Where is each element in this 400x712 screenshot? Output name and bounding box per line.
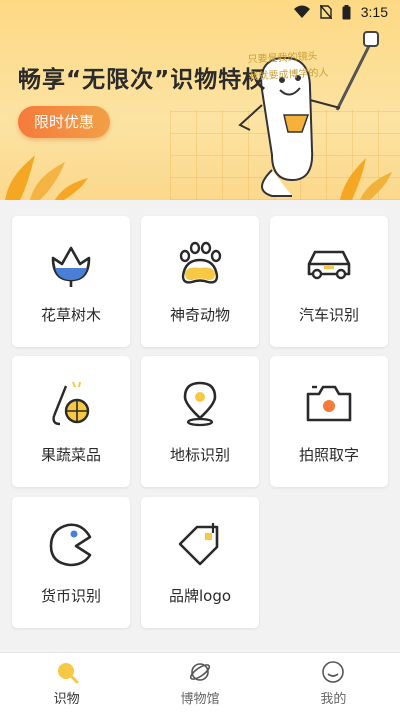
nav-tab-profile[interactable]: 我的 [267,653,400,712]
nav-label: 博物馆 [180,692,220,707]
nav-tab-identify[interactable]: 识物 [0,653,133,712]
card-landmarks[interactable]: 地标识别 [141,356,259,487]
card-currency[interactable]: 货币识别 [12,497,130,628]
promo-banner[interactable]: 3:15 畅享“无限次”识物特权 只要是我的镜头 我就要成博学的人 限时优惠 [0,0,400,200]
planet-icon [189,663,211,681]
status-bar: 3:15 [0,0,400,24]
nav-label: 识物 [53,692,80,707]
card-cars[interactable]: 汽车识别 [270,216,388,347]
fruit-icon [52,381,90,426]
card-label: 货币识别 [40,587,101,605]
card-label: 品牌logo [168,587,232,605]
wifi-icon [293,5,310,18]
battery-icon [342,4,351,19]
coin-icon [49,523,92,567]
paw-icon [179,241,222,284]
nav-tab-museum[interactable]: 博物馆 [133,653,266,712]
no-sim-icon [319,5,332,19]
smile-icon [322,661,345,683]
banner-title: 畅享“无限次”识物特权 [18,67,267,93]
tag-icon [178,523,219,566]
card-text-capture[interactable]: 拍照取字 [270,356,388,487]
card-label: 花草树木 [40,306,101,324]
card-label: 神奇动物 [169,306,230,324]
leaf-decoration-icon [5,155,88,200]
flower-icon [51,246,91,287]
card-animals[interactable]: 神奇动物 [141,216,259,347]
search-icon [57,663,79,684]
card-brand-logo[interactable]: 品牌logo [141,497,259,628]
card-label: 拍照取字 [298,446,359,464]
card-plants[interactable]: 花草树木 [12,216,130,347]
bottom-nav: 识物 博物馆 我的 [0,652,400,712]
camera-icon [306,385,352,422]
status-time: 3:15 [360,4,388,20]
car-icon [307,250,351,280]
card-label: 果蔬菜品 [40,446,101,464]
limited-offer-button[interactable]: 限时优惠 [18,106,110,138]
card-fruits[interactable]: 果蔬菜品 [12,356,130,487]
card-label: 汽车识别 [298,306,359,324]
card-label: 地标识别 [169,446,230,464]
nav-label: 我的 [320,692,347,707]
location-pin-icon [183,381,217,427]
